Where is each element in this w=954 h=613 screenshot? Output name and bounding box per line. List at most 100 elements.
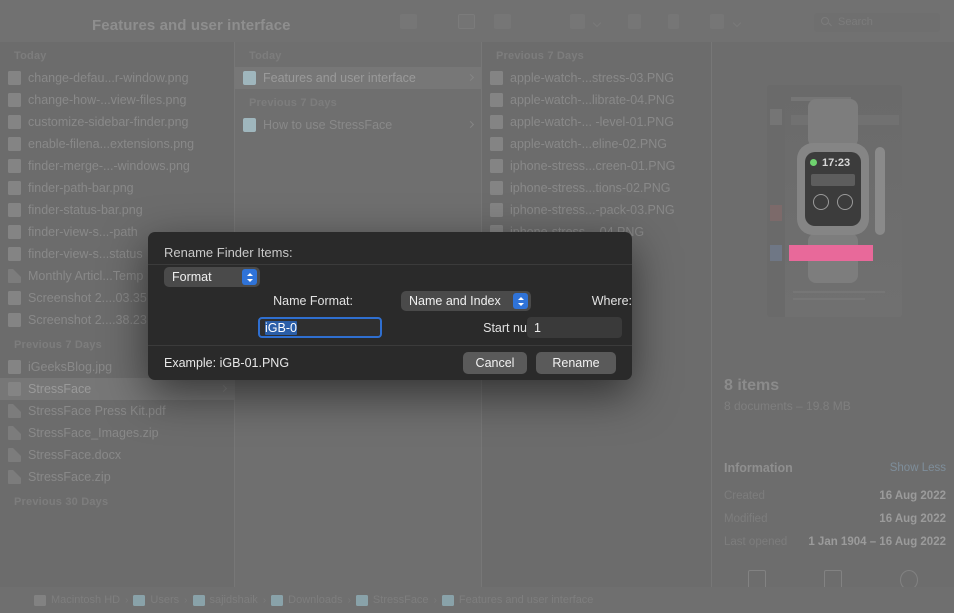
info-value: 16 Aug 2022 [879,490,946,502]
items-count: 8 items [724,377,780,394]
list-item[interactable]: enable-filena...extensions.png [0,133,235,155]
info-key: Modified [724,513,768,525]
action-chevron-icon[interactable] [732,18,742,28]
list-item-label: Features and user interface [263,71,416,85]
tag-icon[interactable] [668,14,679,29]
list-item-label: apple-watch-... -level-01.PNG [510,115,674,129]
breadcrumb-separator: › [184,594,188,606]
breadcrumb-label: StressFace [372,594,429,606]
column-view-icon[interactable] [458,14,475,29]
list-item[interactable]: Features and user interface [235,67,482,89]
list-item-label: StressFace_Images.zip [28,426,159,440]
list-item[interactable]: StressFace [0,378,235,400]
list-item-label: iphone-stress...creen-01.PNG [510,159,676,173]
image-file-icon [8,247,21,261]
breadcrumb-separator: › [125,594,129,606]
list-item[interactable]: finder-status-bar.png [0,199,235,221]
list-item[interactable]: How to use StressFace [235,114,482,136]
breadcrumb-item[interactable]: Downloads [271,594,343,606]
list-item-label: Screenshot 2....03.35 [28,291,147,305]
list-item[interactable]: customize-sidebar-finder.png [0,111,235,133]
list-item[interactable]: iphone-stress...-pack-03.PNG [482,199,712,221]
info-key: Last opened [724,536,788,548]
list-view-icon[interactable] [400,14,417,29]
format-popup-button[interactable]: Format [164,267,260,287]
list-item-label: StressFace Press Kit.pdf [28,404,166,418]
format-popup-label: Format [172,270,212,284]
folder-icon [355,594,368,606]
list-item[interactable]: finder-path-bar.png [0,177,235,199]
list-item[interactable]: apple-watch-...librate-04.PNG [482,89,712,111]
cancel-button[interactable]: Cancel [463,352,527,374]
list-item-label: change-defau...r-window.png [28,71,189,85]
image-file-icon [490,137,503,151]
name-format-select[interactable]: Name and Index [401,291,531,311]
disclosure-chevron-icon[interactable] [466,73,475,82]
list-item[interactable]: StressFace_Images.zip [0,422,235,444]
disclosure-chevron-icon[interactable] [466,120,475,129]
breadcrumb[interactable]: Macintosh HD › Users › sajidshaik › Downloads ›… [0,587,954,613]
list-item[interactable]: change-how-...view-files.png [0,89,235,111]
breadcrumb-label: Macintosh HD [51,594,121,606]
custom-format-value: iGB-0 [265,320,297,335]
document-file-icon [8,448,21,462]
disclosure-chevron-icon[interactable] [219,384,228,393]
folder-icon [243,71,256,85]
information-title: Information [724,461,793,475]
rename-button[interactable]: Rename [536,352,616,374]
apple-watch-icon: 17:23 [797,143,869,235]
gallery-view-icon[interactable] [494,14,511,29]
breadcrumb-item[interactable]: StressFace [355,594,429,606]
list-item[interactable]: StressFace Press Kit.pdf [0,400,235,422]
breadcrumb-item[interactable]: Users [133,594,179,606]
document-file-icon [8,269,21,283]
folder-icon [243,118,256,132]
page-title: Features and user interface [92,17,291,34]
dialog-title: Rename Finder Items: [164,245,293,260]
divider [148,345,632,346]
image-file-icon [490,115,503,129]
document-file-icon [8,426,21,440]
divider [148,264,632,265]
breadcrumb-item[interactable]: sajidshaik [192,594,258,606]
list-item[interactable]: StressFace.docx [0,444,235,466]
preview-pane: 17:23 8 items 8 documents – 19.8 MB Info… [712,42,954,608]
window-titlebar: Features and user interface Search [0,0,954,42]
list-item[interactable]: apple-watch-...stress-03.PNG [482,67,712,89]
image-file-icon [8,159,21,173]
image-file-icon [490,203,503,217]
stepper-arrows-icon [242,269,257,285]
list-item-label: StressFace.zip [28,470,111,484]
list-item[interactable]: iphone-stress...tions-02.PNG [482,177,712,199]
chevron-down-icon[interactable] [592,18,602,28]
screen: Features and user interface Search Today… [0,0,954,613]
image-file-icon [490,181,503,195]
breadcrumb-item[interactable]: Macintosh HD [34,594,120,606]
where-label: Where: [591,294,632,308]
list-item[interactable]: change-defau...r-window.png [0,67,235,89]
breadcrumb-separator: › [347,594,351,606]
rename-finder-items-dialog: Rename Finder Items: Format Name Format:… [148,232,632,380]
action-icon[interactable] [710,14,724,29]
image-file-icon [8,225,21,239]
breadcrumb-item[interactable]: Features and user interface [441,594,594,606]
custom-format-input[interactable]: iGB-0 [258,317,382,338]
list-item[interactable]: apple-watch-...eline-02.PNG [482,133,712,155]
show-less-link[interactable]: Show Less [890,462,946,474]
list-item[interactable]: apple-watch-... -level-01.PNG [482,111,712,133]
list-item[interactable]: finder-merge-...-windows.png [0,155,235,177]
start-numbers-input[interactable]: 1 [527,317,622,338]
list-item-label: iphone-stress...tions-02.PNG [510,181,671,195]
group-by-icon[interactable] [570,14,585,29]
list-item-label: finder-view-s...-path [28,225,138,239]
list-item[interactable]: StressFace.zip [0,466,235,488]
search-input[interactable]: Search [814,13,940,32]
share-icon[interactable] [628,14,641,29]
breadcrumb-label: Features and user interface [458,594,594,606]
group-header: Previous 7 Days [496,50,584,62]
image-file-icon [8,360,21,374]
image-file-icon [8,115,21,129]
folder-icon [441,594,454,606]
image-file-icon [8,93,21,107]
list-item[interactable]: iphone-stress...creen-01.PNG [482,155,712,177]
